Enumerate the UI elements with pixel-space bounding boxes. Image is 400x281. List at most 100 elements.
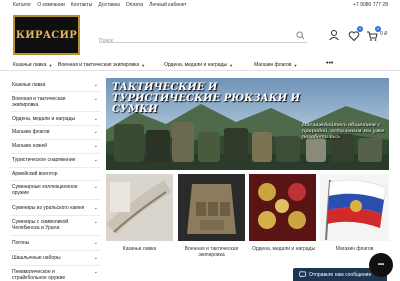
sidebar-item-bbq-sets[interactable]: Шашлычные наборы ⌄: [12, 255, 100, 261]
divider: [10, 111, 100, 112]
search-bar: [99, 29, 307, 47]
category-card-cossack-shop[interactable]: [106, 174, 173, 241]
chevron-down-icon: ▼: [48, 62, 53, 68]
search-input[interactable]: [99, 35, 289, 47]
send-message-label: Отправьте нам сообщение: [309, 272, 372, 278]
category-card-label[interactable]: Магазин флагов: [317, 246, 392, 252]
category-image: [178, 174, 245, 241]
message-icon: [299, 271, 306, 278]
divider: [10, 125, 100, 126]
nav-item-orders-medals[interactable]: Ордена, медали и награды ▼: [164, 62, 233, 68]
chevron-down-icon: ⌄: [93, 96, 98, 102]
category-card-military-gear[interactable]: [178, 174, 245, 241]
sidebar-item-souvenir-weapons[interactable]: Сувенирные коллекционное оружие ⌄: [12, 184, 98, 196]
chevron-down-icon: ⌄: [93, 129, 98, 135]
sidebar-item-label: Казачьи лавка: [12, 82, 46, 88]
sidebar-item-label: Ордена, медали и награды: [12, 116, 76, 122]
category-image: [320, 174, 389, 241]
banner-title: ТАКТИЧЕСКИЕ И ТУРИСТИЧЕСКИЕ РЮКЗАКИ И СУ…: [112, 82, 301, 115]
chat-dots-icon: •••: [377, 262, 385, 268]
top-link-delivery[interactable]: Доставка: [98, 2, 119, 8]
divider: [10, 153, 100, 154]
chevron-down-icon: ⌄: [93, 157, 98, 163]
chevron-down-icon: ▼: [229, 62, 234, 68]
divider: [10, 139, 100, 140]
divider: [10, 167, 100, 168]
divider: [10, 180, 100, 181]
divider: [10, 215, 100, 216]
nav-item-label: Магазин флагов: [254, 62, 292, 68]
chevron-down-icon: ⌄: [93, 240, 98, 246]
top-link-contacts[interactable]: Контакты: [71, 2, 93, 8]
phone-number[interactable]: +7 9080 777 28: [353, 2, 388, 8]
search-icon[interactable]: [296, 31, 305, 40]
sidebar-item-label: Сувениры с символикой Челябинска и Урала: [12, 219, 69, 231]
user-icon[interactable]: [328, 29, 340, 41]
sidebar-item-label: Магазин флагов: [12, 129, 50, 135]
sidebar-item-flag-shop[interactable]: Магазин флагов ⌄: [12, 129, 100, 135]
category-image: [106, 174, 173, 241]
sidebar-item-shoulder-straps[interactable]: Погоны ⌄: [12, 240, 100, 246]
top-link-payment[interactable]: Оплата: [126, 2, 143, 8]
sidebar-item-label: Армейский воентор: [12, 171, 58, 177]
logo[interactable]: КИРАСИР: [13, 15, 80, 55]
cart-button[interactable]: 0: [366, 26, 381, 41]
chevron-down-icon: ⌄: [93, 269, 98, 275]
sidebar-item-label: Сувенирные коллекционное оружие: [12, 184, 78, 196]
chevron-down-icon: ⌄: [93, 82, 98, 88]
nav-item-label: Ордена, медали и награды: [164, 62, 228, 68]
favorites-count-badge: 0: [357, 26, 363, 32]
sidebar-item-airsoft[interactable]: Пневматическое и страйкбольное оружие ⌄: [12, 269, 98, 281]
divider: [10, 250, 100, 251]
nav-item-military-gear[interactable]: Военная и тактическая экипировка ▼: [58, 62, 145, 68]
sidebar-item-tourist-gear[interactable]: Туристическое снаряжение ⌄: [12, 157, 100, 163]
category-nav: Казачьи лавка ▼ Военная и тактическая эк…: [0, 60, 400, 71]
logo-text: КИРАСИР: [15, 29, 78, 41]
divider: [10, 265, 100, 266]
cart-total: 0 ₽: [380, 31, 388, 37]
sidebar-item-chelyabinsk-souvenirs[interactable]: Сувениры с символикой Челябинска и Урала…: [12, 219, 98, 231]
nav-item-flag-shop[interactable]: Магазин флагов ▼: [254, 62, 298, 68]
chevron-down-icon: ⌄: [93, 219, 98, 225]
category-card-flag-shop[interactable]: [320, 174, 389, 241]
category-image: [249, 174, 316, 241]
sidebar-item-army-store[interactable]: Армейский воентор: [12, 171, 100, 177]
header: КИРАСИР 0 0 0 ₽: [0, 12, 400, 58]
sidebar-item-label: Туристическое снаряжение: [12, 157, 76, 163]
chevron-down-icon: ⌄: [93, 184, 98, 190]
sidebar-item-cossack-shop[interactable]: Казачьи лавка ⌄: [12, 82, 100, 88]
chevron-down-icon: ⌄: [93, 116, 98, 122]
category-card-label[interactable]: Ордена, медали и награды: [246, 246, 321, 252]
chevron-down-icon: ⌄: [93, 143, 98, 149]
sidebar-item-label: Шашлычные наборы: [12, 255, 61, 261]
top-link-account[interactable]: Личный кабинет: [149, 2, 187, 8]
favorites-button[interactable]: 0: [348, 26, 363, 42]
sidebar-item-label: Сувениры из уральского камня: [12, 205, 85, 211]
more-menu-icon[interactable]: •••: [326, 60, 333, 67]
chat-widget-button[interactable]: •••: [369, 253, 393, 277]
sidebar-item-label: Погоны: [12, 240, 30, 246]
chevron-down-icon: ⌄: [93, 205, 98, 211]
top-links: Каталог О компании Контакты Доставка Опл…: [13, 2, 187, 8]
nav-item-label: Казачьи лавка: [13, 62, 47, 68]
sidebar-item-orders-medals[interactable]: Ордена, медали и награды ⌄: [12, 116, 100, 122]
sidebar-item-label: Военная и тактическая экипировка: [12, 96, 66, 108]
divider: [10, 91, 100, 92]
hero-banner[interactable]: ТАКТИЧЕСКИЕ И ТУРИСТИЧЕСКИЕ РЮКЗАКИ И СУ…: [106, 78, 389, 170]
sidebar-item-ural-stone[interactable]: Сувениры из уральского камня ⌄: [12, 205, 100, 211]
nav-item-label: Военная и тактическая экипировка: [58, 62, 140, 68]
top-link-catalog[interactable]: Каталог: [13, 2, 31, 8]
category-card-label[interactable]: Казачьи лавка: [102, 246, 177, 252]
chevron-down-icon: ▼: [141, 62, 146, 68]
chevron-down-icon: ⌄: [93, 255, 98, 261]
banner-subtitle: Наслаждайтесь общением с природой, остал…: [302, 122, 385, 140]
top-bar: Каталог О компании Контакты Доставка Опл…: [0, 0, 400, 10]
category-card-orders-medals[interactable]: [249, 174, 316, 241]
sidebar-item-military-gear[interactable]: Военная и тактическая экипировка ⌄: [12, 96, 98, 108]
divider: [10, 199, 100, 200]
sidebar-item-knife-shop[interactable]: Магазин ножей ⌄: [12, 143, 100, 149]
sidebar-item-label: Пневматическое и страйкбольное оружие: [12, 269, 66, 281]
category-card-label[interactable]: Военная и тактическая экипировка: [174, 246, 249, 258]
nav-item-cossack-shop[interactable]: Казачьи лавка ▼: [13, 62, 52, 68]
top-link-about[interactable]: О компании: [37, 2, 65, 8]
